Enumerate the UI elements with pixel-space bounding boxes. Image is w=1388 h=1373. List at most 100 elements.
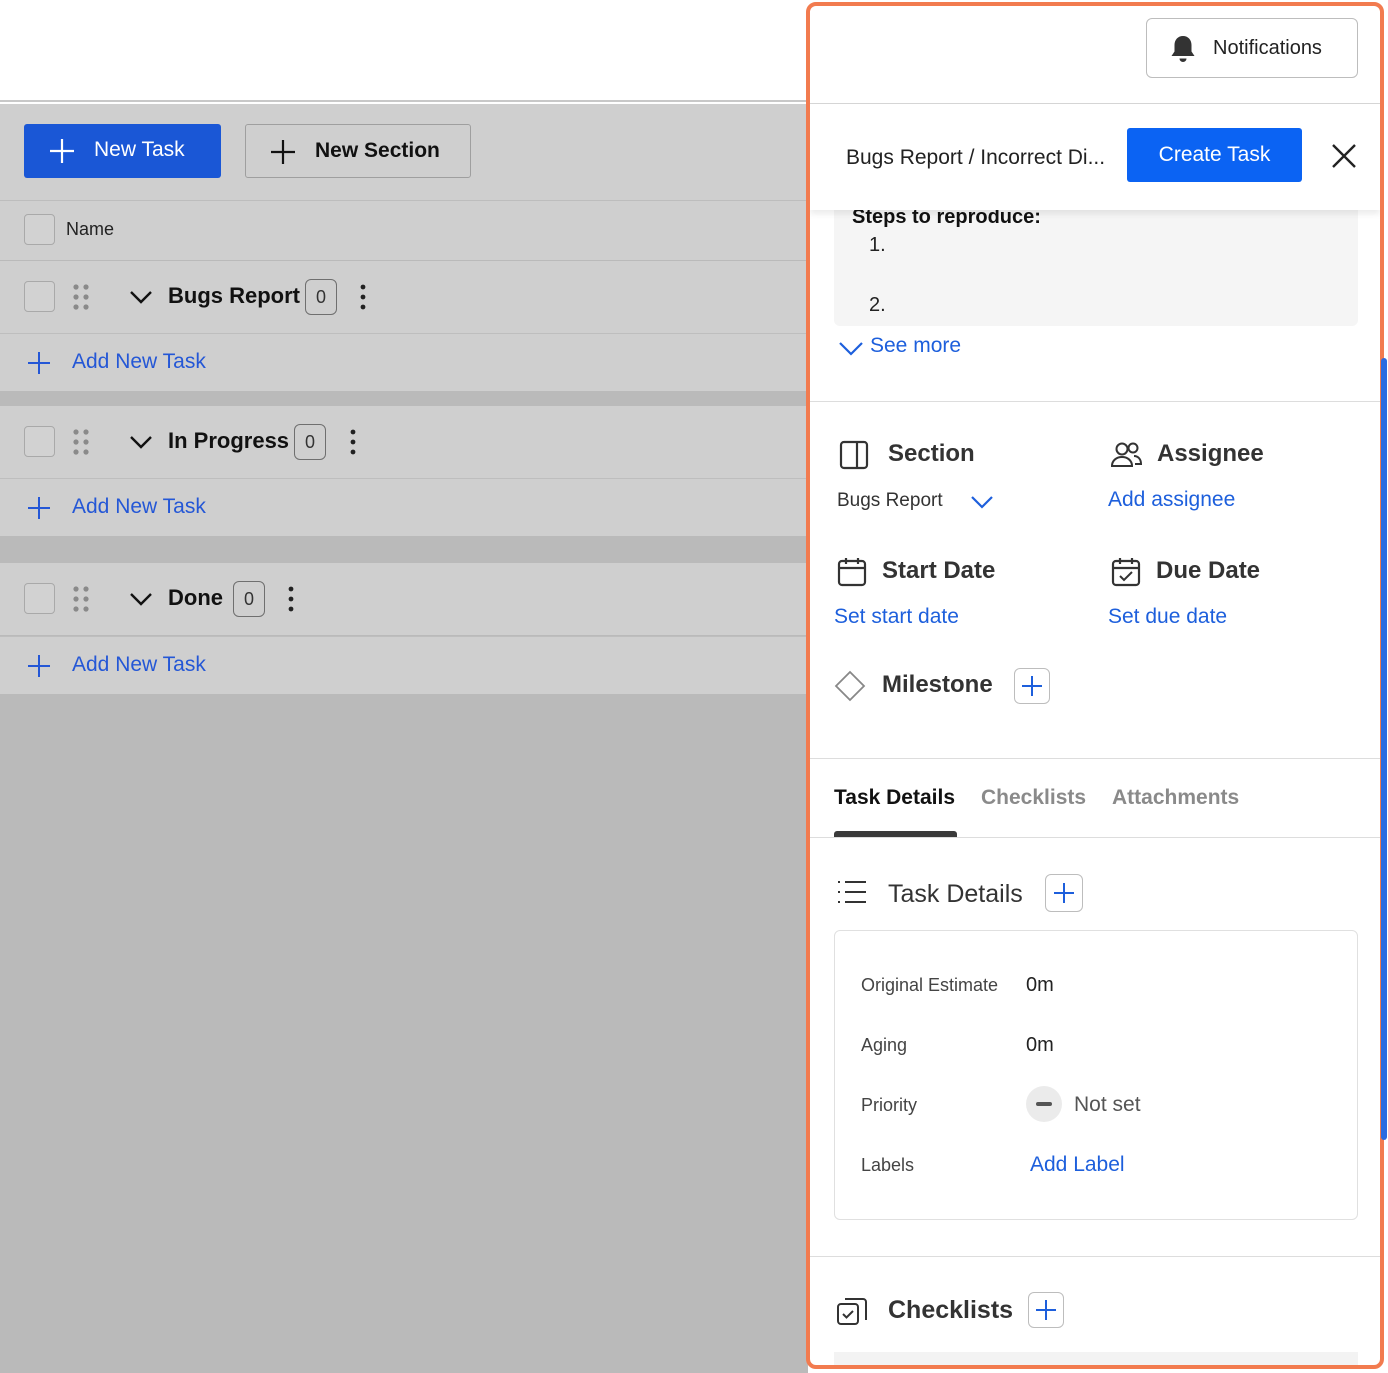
chevron-down-icon[interactable] <box>128 285 154 309</box>
calendar-check-icon <box>1111 558 1141 587</box>
panel-header: Bugs Report / Incorrect Di... Create Tas… <box>810 104 1380 210</box>
see-more-label: See more <box>870 334 962 357</box>
create-task-button[interactable]: Create Task <box>1127 128 1302 182</box>
add-assignee-link[interactable]: Add assignee <box>1108 488 1235 512</box>
plus-icon <box>28 352 50 374</box>
users-icon <box>1110 442 1142 467</box>
new-task-button[interactable]: New Task <box>24 124 221 178</box>
task-count-badge: 0 <box>233 581 265 617</box>
add-new-task-row[interactable]: Add New Task <box>0 333 808 391</box>
diamond-icon <box>834 670 866 702</box>
list-icon <box>838 881 866 903</box>
assignee-field-title: Assignee <box>1157 440 1264 467</box>
labels-label: Labels <box>861 1155 915 1175</box>
task-details-title: Task Details <box>888 880 1023 908</box>
board-toolbar: New Task New Section <box>0 104 808 200</box>
start-date-field-title: Start Date <box>882 557 996 584</box>
section-title: In Progress <box>168 428 290 453</box>
name-column-header: Name <box>66 219 115 239</box>
section-checkbox[interactable] <box>24 583 55 614</box>
section-field-title: Section <box>888 440 975 467</box>
chevron-down-icon <box>971 496 993 509</box>
chevron-down-icon[interactable] <box>128 430 154 454</box>
add-new-task-row[interactable]: Add New Task <box>0 478 808 536</box>
add-new-task-label: Add New Task <box>72 653 206 676</box>
checklists-title: Checklists <box>888 1296 1014 1324</box>
section-row-in-progress: In Progress 0 <box>0 406 808 478</box>
board-top-bar <box>0 0 808 102</box>
plus-icon <box>1036 1300 1056 1320</box>
plus-icon <box>271 140 295 164</box>
table-header: Name <box>0 200 808 260</box>
add-new-task-label: Add New Task <box>72 495 206 518</box>
select-all-checkbox[interactable] <box>24 214 55 245</box>
divider <box>810 758 1380 759</box>
original-estimate-value[interactable]: 0m <box>1026 974 1054 997</box>
panel-top-bar: Notifications <box>810 6 1380 104</box>
section-title: Done <box>168 585 223 610</box>
new-task-label: New Task <box>94 138 185 161</box>
add-task-detail-button[interactable] <box>1045 874 1083 912</box>
add-new-task-label: Add New Task <box>72 350 206 373</box>
drag-handle-icon[interactable] <box>71 585 91 613</box>
plus-icon <box>50 139 74 163</box>
original-estimate-label: Original Estimate <box>861 975 999 995</box>
chevron-down-icon <box>839 342 863 356</box>
section-select-value: Bugs Report <box>837 490 943 511</box>
description-list-item: 2. <box>869 294 886 316</box>
tab-attachments[interactable]: Attachments <box>1112 786 1239 810</box>
breadcrumb: Bugs Report / Incorrect Di... <box>846 146 1106 169</box>
priority-icon[interactable] <box>1026 1086 1062 1122</box>
plus-icon <box>1022 676 1042 696</box>
kebab-icon[interactable] <box>358 283 368 311</box>
kebab-icon[interactable] <box>286 585 296 613</box>
drag-handle-icon[interactable] <box>71 428 91 456</box>
tab-task-details[interactable]: Task Details <box>834 786 955 810</box>
calendar-icon <box>837 558 867 587</box>
drag-handle-icon[interactable] <box>71 283 91 311</box>
section-row-bugs-report: Bugs Report 0 <box>0 261 808 333</box>
add-new-task-row[interactable]: Add New Task <box>0 636 808 694</box>
divider <box>810 401 1380 402</box>
add-checklist-button[interactable] <box>1028 1292 1064 1328</box>
tab-checklists[interactable]: Checklists <box>981 786 1086 810</box>
divider <box>810 1256 1380 1257</box>
checklist-area <box>834 1352 1358 1365</box>
description-list-item: 1. <box>869 234 886 256</box>
section-title: Bugs Report <box>168 283 300 308</box>
task-details-card: Original Estimate 0m Aging 0m Priority N… <box>834 930 1358 1220</box>
app-root: New Task New Section Name Bugs Report 0 <box>0 0 1388 1373</box>
due-date-field-title: Due Date <box>1156 557 1261 584</box>
task-count-badge: 0 <box>305 279 337 315</box>
section-checkbox[interactable] <box>24 426 55 457</box>
sidebar-layout-icon <box>839 440 869 470</box>
notifications-label: Notifications <box>1213 37 1322 59</box>
aging-value: 0m <box>1026 1034 1054 1056</box>
panel-scrollbar[interactable] <box>1381 358 1387 1140</box>
set-due-date-link[interactable]: Set due date <box>1108 605 1227 629</box>
priority-value[interactable]: Not set <box>1074 1093 1141 1117</box>
plus-icon <box>1054 883 1074 903</box>
checklist-copy-icon <box>837 1298 867 1325</box>
close-icon[interactable] <box>1330 142 1358 170</box>
priority-label: Priority <box>861 1095 918 1115</box>
chevron-down-icon[interactable] <box>128 587 154 611</box>
section-row-done: Done 0 <box>0 563 808 635</box>
section-select[interactable]: Bugs Report <box>837 490 1017 520</box>
set-start-date-link[interactable]: Set start date <box>834 605 959 629</box>
kebab-icon[interactable] <box>348 428 358 456</box>
create-task-panel: Notifications Bugs Report / Incorrect Di… <box>806 2 1384 1369</box>
bell-icon <box>1171 36 1195 63</box>
section-checkbox[interactable] <box>24 281 55 312</box>
plus-icon <box>28 655 50 677</box>
divider <box>810 837 1380 838</box>
add-milestone-button[interactable] <box>1014 668 1050 704</box>
task-board: New Task New Section Name Bugs Report 0 <box>0 0 808 1373</box>
aging-label: Aging <box>861 1035 908 1055</box>
plus-icon <box>28 497 50 519</box>
new-section-button[interactable]: New Section <box>245 124 471 178</box>
notifications-button[interactable]: Notifications <box>1146 18 1358 78</box>
board-body: New Task New Section Name Bugs Report 0 <box>0 104 808 1373</box>
add-label-link[interactable]: Add Label <box>1030 1153 1125 1177</box>
milestone-field-title: Milestone <box>882 671 993 698</box>
